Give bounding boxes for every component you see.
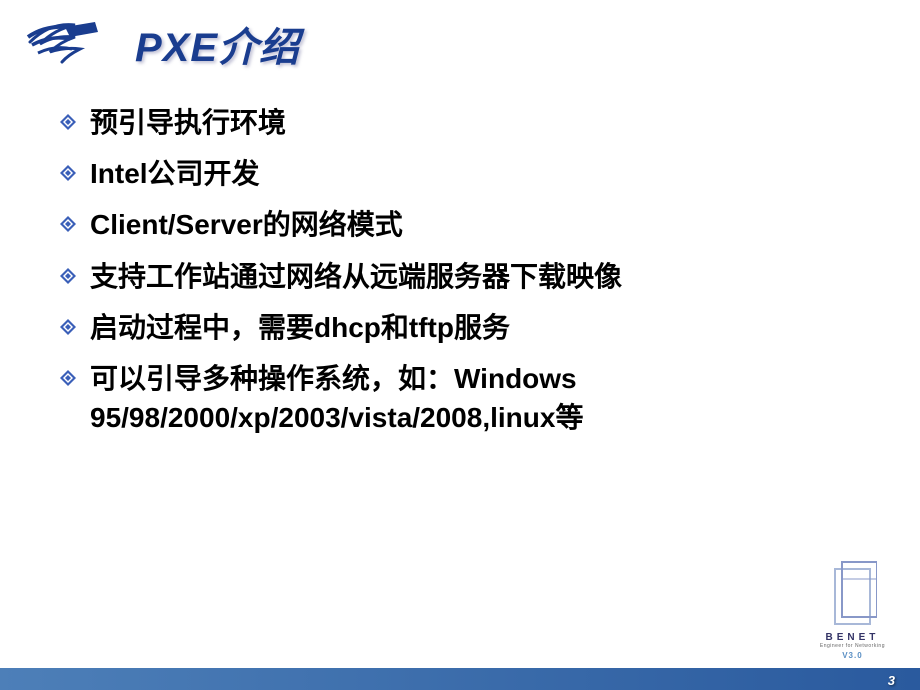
footer-brand-logo: BENET Engineer for Networking V3.0: [820, 559, 885, 660]
bottom-bar: [0, 668, 920, 690]
bullet-text: 可以引导多种操作系统，如：Windows 95/98/2000/xp/2003/…: [90, 359, 860, 437]
footer-brand-name: BENET: [825, 632, 879, 643]
diamond-bullet-icon: [60, 216, 76, 232]
bullet-text: 启动过程中，需要dhcp和tftp服务: [90, 308, 510, 347]
slide-header: PXE介绍: [0, 0, 920, 93]
footer-version: V3.0: [842, 651, 862, 660]
bullet-text: 支持工作站通过网络从远端服务器下载映像: [90, 257, 622, 296]
bullet-item: Client/Server的网络模式: [60, 205, 860, 244]
diamond-bullet-icon: [60, 370, 76, 386]
benet-graphic-icon: [827, 559, 877, 629]
bullet-text: 预引导执行环境: [90, 103, 286, 142]
bullet-item: 预引导执行环境: [60, 103, 860, 142]
company-logo: [20, 17, 110, 72]
diamond-bullet-icon: [60, 268, 76, 284]
bullet-item: 启动过程中，需要dhcp和tftp服务: [60, 308, 860, 347]
page-number: 3: [888, 673, 895, 688]
bullet-text: Client/Server的网络模式: [90, 205, 403, 244]
bullet-item: Intel公司开发: [60, 154, 860, 193]
diamond-bullet-icon: [60, 165, 76, 181]
diamond-bullet-icon: [60, 114, 76, 130]
slide-title: PXE介绍: [135, 15, 300, 73]
bullet-item: 支持工作站通过网络从远端服务器下载映像: [60, 257, 860, 296]
footer-brand-subtitle: Engineer for Networking: [820, 643, 885, 649]
bullet-item: 可以引导多种操作系统，如：Windows 95/98/2000/xp/2003/…: [60, 359, 860, 437]
slide-content: 预引导执行环境 Intel公司开发 Client/Server的网络模式 支持工…: [0, 93, 920, 437]
diamond-bullet-icon: [60, 319, 76, 335]
bullet-text: Intel公司开发: [90, 154, 260, 193]
